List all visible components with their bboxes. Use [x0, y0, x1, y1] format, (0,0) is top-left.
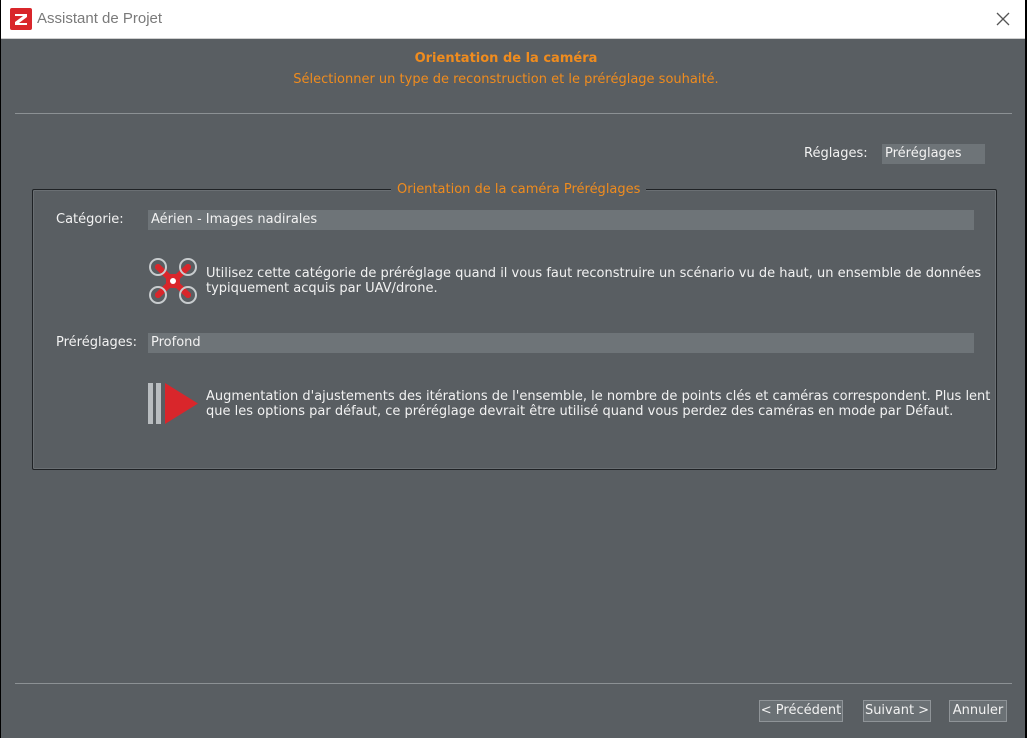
presets-group-title: Orientation de la caméra Préréglages: [391, 182, 647, 197]
preset-label: Préréglages:: [56, 335, 137, 350]
cancel-button[interactable]: Annuler: [949, 700, 1007, 722]
close-button[interactable]: [981, 0, 1025, 38]
next-button[interactable]: Suivant >: [863, 700, 931, 722]
preset-description-line: que les options par défaut, ce préréglag…: [206, 404, 954, 419]
title-bar: Assistant de Projet: [1, 0, 1025, 39]
app-logo-icon: [10, 8, 32, 30]
category-description: Utilisez cette catégorie de préréglage q…: [206, 266, 981, 296]
project-assistant-window: Assistant de Projet Orientation de la ca…: [1, 0, 1025, 738]
preset-description: Augmentation d'ajustements des itération…: [206, 389, 990, 419]
close-icon: [996, 12, 1010, 26]
preset-description-line: Augmentation d'ajustements des itération…: [206, 389, 991, 404]
category-description-line: Utilisez cette catégorie de préréglage q…: [206, 266, 982, 281]
category-label: Catégorie:: [56, 212, 124, 227]
settings-dropdown[interactable]: Préréglages: [882, 144, 985, 164]
step-title: Orientation de la caméra: [414, 51, 598, 66]
step-subtitle: Sélectionner un type de reconstruction e…: [293, 72, 719, 87]
play-arrow-icon: [148, 383, 198, 424]
settings-label: Réglages:: [804, 146, 868, 161]
window-title: Assistant de Projet: [37, 10, 163, 27]
drone-icon: [149, 258, 197, 304]
preset-dropdown[interactable]: Profond: [148, 333, 974, 353]
header-divider: [15, 113, 1012, 114]
presets-group: [32, 189, 997, 470]
category-description-line: typiquement acquis par UAV/drone.: [206, 281, 438, 296]
previous-button[interactable]: < Précédent: [759, 700, 843, 722]
footer-divider: [15, 683, 1012, 684]
category-dropdown[interactable]: Aérien - Images nadirales: [148, 210, 974, 230]
